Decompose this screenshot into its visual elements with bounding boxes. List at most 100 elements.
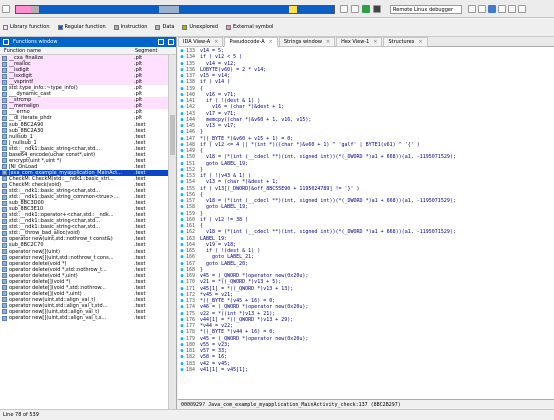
function-icon bbox=[2, 176, 7, 182]
restore-icon[interactable] bbox=[158, 39, 164, 45]
tab[interactable]: Strings window × bbox=[278, 37, 336, 47]
open-icon[interactable] bbox=[2, 4, 10, 13]
breakpoint-dot-icon[interactable]: ● bbox=[178, 367, 186, 373]
legend-item: External symbol bbox=[226, 24, 273, 30]
function-row[interactable]: operator new[](uint,std::align_val_t,s..… bbox=[0, 315, 169, 321]
code-line[interactable]: ● 184 v41[1] = v45[1]; bbox=[178, 367, 554, 373]
function-icon bbox=[2, 200, 7, 206]
debugger-select[interactable]: Remote Linux debugger bbox=[390, 5, 462, 14]
function-icon bbox=[2, 164, 7, 170]
function-icon bbox=[2, 242, 7, 248]
function-icon bbox=[2, 140, 7, 146]
legend-item: Library function bbox=[3, 24, 50, 30]
status-bar: Line 78 of 539 bbox=[0, 409, 554, 420]
function-icon bbox=[2, 103, 7, 109]
legend-item: Unexplored bbox=[182, 24, 218, 30]
breakpoint-icon[interactable] bbox=[488, 5, 496, 13]
tab-label: Hex View-1 bbox=[341, 39, 370, 45]
legend-label: Instruction bbox=[120, 24, 148, 30]
function-icon bbox=[2, 79, 7, 85]
legend-swatch bbox=[3, 24, 8, 30]
function-icon bbox=[2, 61, 7, 67]
function-icon bbox=[2, 73, 7, 79]
col-segment[interactable]: Segment bbox=[135, 48, 158, 54]
functions-window: Functions window Function name Segment _… bbox=[0, 37, 177, 409]
address-bar: 0000929? Java_com_example_myapplication_… bbox=[178, 399, 554, 409]
tab-close-icon[interactable]: × bbox=[373, 39, 377, 45]
search-icon[interactable] bbox=[351, 5, 359, 13]
options-icon[interactable] bbox=[518, 5, 526, 13]
pointer-icon[interactable] bbox=[340, 5, 348, 13]
col-function-name[interactable]: Function name bbox=[4, 48, 41, 54]
functions-header: Function name Segment bbox=[0, 47, 176, 55]
function-icon bbox=[2, 279, 7, 285]
function-icon bbox=[2, 170, 7, 176]
tab-close-icon[interactable]: × bbox=[418, 39, 422, 45]
detach-icon[interactable] bbox=[508, 5, 516, 13]
legend-swatch bbox=[57, 24, 63, 30]
code-text: v13 = v17; bbox=[200, 123, 237, 129]
pseudocode-view[interactable]: ● 133 v14 = 5; ● 134 if ( v12 < 5 ) ● 135 v14 =… bbox=[178, 48, 554, 399]
function-icon bbox=[2, 97, 7, 103]
function-icon bbox=[2, 109, 7, 115]
function-icon bbox=[2, 230, 7, 236]
function-icon bbox=[2, 134, 7, 140]
function-icon bbox=[2, 224, 7, 230]
tab-close-icon[interactable]: × bbox=[214, 39, 218, 45]
tab[interactable]: Hex View-1 × bbox=[336, 37, 383, 47]
function-icon bbox=[2, 85, 7, 91]
function-icon bbox=[2, 255, 7, 261]
legend-item: Instruction bbox=[113, 24, 148, 30]
run-icon[interactable] bbox=[362, 5, 370, 13]
function-segment: .text bbox=[134, 315, 146, 322]
legend-label: External symbol bbox=[233, 24, 274, 30]
function-icon bbox=[2, 188, 7, 194]
pseudocode-pane: IDA View-A × Pseudocode-A × Strings window × H… bbox=[178, 37, 554, 409]
navigation-band[interactable] bbox=[15, 5, 335, 14]
function-icon bbox=[2, 309, 7, 315]
function-icon bbox=[2, 249, 7, 255]
function-icon bbox=[2, 67, 7, 73]
line-number: 184 bbox=[186, 366, 196, 373]
pause-icon[interactable] bbox=[373, 5, 381, 13]
function-icon bbox=[2, 91, 7, 97]
code-text: goto LABEL_19; bbox=[200, 160, 249, 167]
code-text: if ( v12 <= 4 || *(int *)((char *)&v60 +… bbox=[200, 141, 420, 148]
function-icon bbox=[2, 261, 7, 267]
legend-swatch bbox=[226, 24, 232, 30]
tab[interactable]: Structures × bbox=[383, 37, 428, 47]
legend-item: Data bbox=[155, 24, 174, 30]
function-icon bbox=[2, 152, 7, 158]
tab[interactable]: Pseudocode-A × bbox=[224, 37, 278, 47]
scrollbar-thumb[interactable] bbox=[170, 115, 175, 155]
legend-swatch bbox=[113, 24, 119, 30]
function-icon bbox=[2, 182, 7, 188]
toolbar: Remote Linux debugger bbox=[0, 0, 554, 18]
function-icon bbox=[2, 303, 7, 309]
legend-label: Regular function bbox=[64, 24, 106, 30]
function-icon bbox=[2, 315, 7, 321]
step-into-icon[interactable] bbox=[468, 5, 476, 13]
function-icon bbox=[2, 267, 7, 273]
legend-label: Unexplored bbox=[189, 24, 219, 30]
attach-icon[interactable] bbox=[498, 5, 506, 13]
close-icon[interactable] bbox=[168, 39, 174, 45]
code-text: goto LABEL_20; bbox=[200, 260, 249, 267]
line-info: Line 78 of 539 bbox=[3, 412, 39, 418]
step-over-icon[interactable] bbox=[478, 5, 486, 13]
function-icon bbox=[2, 128, 7, 134]
ida-window: Remote Linux debugger Library function Re… bbox=[0, 0, 554, 420]
code-text: v18 = (*(int (__cdecl **)(int, signed in… bbox=[200, 229, 456, 236]
legend-label: Data bbox=[162, 24, 175, 30]
functions-scrollbar[interactable] bbox=[168, 55, 176, 409]
legend-swatch bbox=[155, 24, 161, 30]
code-text: goto LABEL_19; bbox=[200, 204, 249, 211]
function-icon bbox=[2, 218, 7, 224]
tab[interactable]: IDA View-A × bbox=[178, 37, 224, 47]
function-icon bbox=[2, 194, 7, 200]
functions-window-title: Functions window bbox=[13, 39, 58, 45]
legend-label: Library function bbox=[10, 24, 50, 30]
tab-close-icon[interactable]: × bbox=[269, 39, 273, 45]
tab-close-icon[interactable]: × bbox=[326, 39, 330, 45]
function-icon bbox=[2, 297, 7, 303]
